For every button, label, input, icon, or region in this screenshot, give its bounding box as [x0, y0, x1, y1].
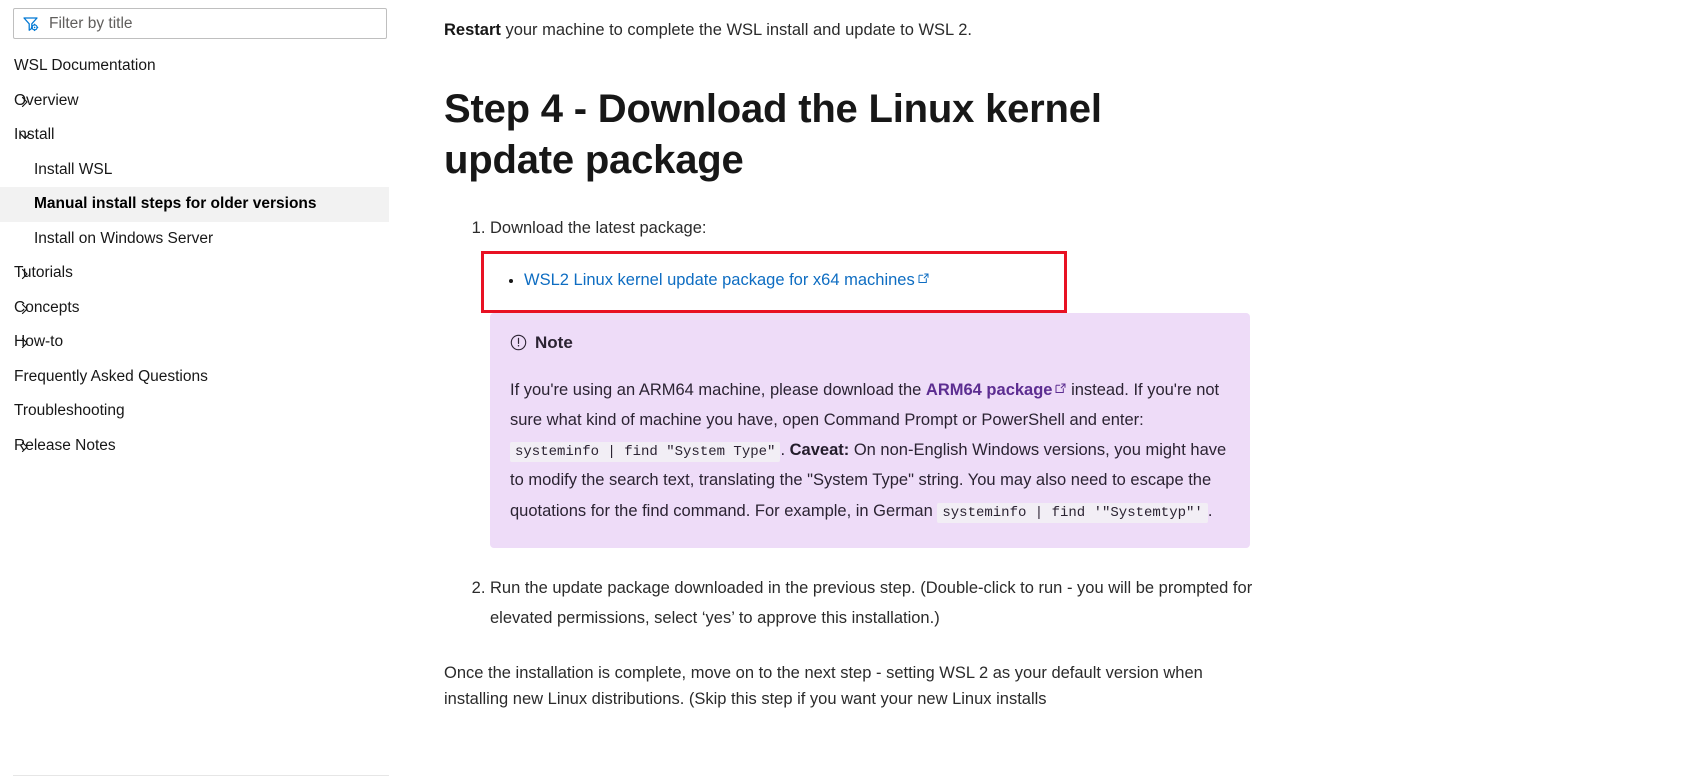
sidebar-item-label: Install WSL	[34, 160, 113, 178]
filter-container	[13, 8, 387, 39]
table-of-contents: WSL Documentation Overview Install Insta…	[0, 49, 420, 463]
chevron-right-icon	[19, 95, 31, 107]
sidebar-item-concepts[interactable]: Concepts	[0, 291, 389, 326]
steps-list: Download the latest package: WSL2 Linux …	[444, 216, 1264, 313]
inline-code-systeminfo-de: systeminfo | find '"Systemtyp"'	[937, 502, 1208, 523]
sidebar-item-label: Manual install steps for older versions	[34, 195, 317, 213]
arm64-link-label: ARM64 package	[925, 380, 1053, 399]
closing-paragraph: Once the installation is complete, move …	[444, 663, 1203, 709]
note-callout: Note If you're using an ARM64 machine, p…	[490, 312, 1250, 549]
sidebar: WSL Documentation Overview Install	[0, 0, 420, 784]
external-link-icon	[918, 267, 929, 283]
step-1-text: Download the latest package:	[490, 218, 707, 237]
chevron-right-icon	[19, 302, 31, 314]
highlight-box: WSL2 Linux kernel update package for x64…	[481, 250, 1067, 313]
sidebar-item-install-on-windows-server[interactable]: Install on Windows Server	[0, 222, 389, 257]
sidebar-item-troubleshooting[interactable]: Troubleshooting	[0, 394, 389, 429]
sidebar-item-label: Install on Windows Server	[34, 229, 214, 247]
documentation-page: WSL Documentation Overview Install	[0, 0, 1686, 784]
sidebar-item-wsl-documentation[interactable]: WSL Documentation	[0, 49, 389, 84]
list-item: WSL2 Linux kernel update package for x64…	[524, 267, 1064, 294]
filter-by-title-box[interactable]	[13, 8, 387, 39]
chevron-right-icon	[19, 440, 31, 452]
download-link-list: WSL2 Linux kernel update package for x64…	[484, 254, 1064, 294]
external-link-icon-2	[1055, 374, 1066, 393]
step-2-text: Run the update package downloaded in the…	[490, 579, 1253, 628]
page-title: Step 4 - Download the Linux kernel updat…	[444, 86, 1102, 182]
sidebar-item-manual-install-steps[interactable]: Manual install steps for older versions	[0, 187, 389, 222]
sidebar-item-install-wsl[interactable]: Install WSL	[0, 153, 389, 188]
note-title: Note	[535, 332, 573, 352]
caveat-label: Caveat:	[789, 440, 850, 459]
note-part-1: If you're using an ARM64 machine, please…	[510, 380, 926, 399]
lead-paragraph-rest: your machine to complete the WSL install…	[500, 21, 972, 39]
note-part-3: .	[780, 440, 790, 459]
sidebar-item-label: WSL Documentation	[14, 57, 156, 75]
lead-paragraph: Restart your machine to complete the WSL…	[444, 18, 1264, 44]
filter-input[interactable]	[49, 10, 378, 37]
info-circle-icon	[510, 334, 527, 351]
sidebar-item-release-notes[interactable]: Release Notes	[0, 429, 389, 464]
sidebar-item-label: Troubleshooting	[14, 402, 125, 420]
chevron-down-icon	[19, 129, 31, 141]
note-text: If you're using an ARM64 machine, please…	[510, 374, 1228, 527]
step-2: Run the update package downloaded in the…	[490, 573, 1264, 633]
sidebar-item-how-to[interactable]: How-to	[0, 325, 389, 360]
sidebar-item-tutorials[interactable]: Tutorials	[0, 256, 389, 291]
chevron-right-icon	[19, 267, 31, 280]
inline-code-systeminfo-en: systeminfo | find "System Type"	[510, 441, 781, 462]
sidebar-bottom-divider	[13, 775, 389, 776]
article-body: Restart your machine to complete the WSL…	[444, 0, 1264, 713]
sidebar-item-faq[interactable]: Frequently Asked Questions	[0, 360, 389, 395]
sidebar-item-overview[interactable]: Overview	[0, 84, 389, 119]
main-content: Restart your machine to complete the WSL…	[420, 0, 1686, 784]
arm64-package-link[interactable]: ARM64 package	[926, 381, 1053, 399]
lead-paragraph-bold: Restart	[444, 21, 501, 39]
sidebar-item-label: Frequently Asked Questions	[14, 367, 208, 385]
step-1: Download the latest package: WSL2 Linux …	[481, 216, 1264, 313]
download-link-label: WSL2 Linux kernel update package for x64…	[524, 270, 915, 289]
chevron-right-icon	[19, 336, 31, 349]
sidebar-item-install[interactable]: Install	[0, 118, 389, 153]
note-part-5: .	[1207, 501, 1213, 520]
note-header: Note	[510, 333, 1228, 353]
wsl2-kernel-download-link[interactable]: WSL2 Linux kernel update package for x64…	[524, 271, 915, 289]
filter-icon	[22, 15, 40, 33]
steps-list-continued: Run the update package downloaded in the…	[444, 573, 1264, 633]
